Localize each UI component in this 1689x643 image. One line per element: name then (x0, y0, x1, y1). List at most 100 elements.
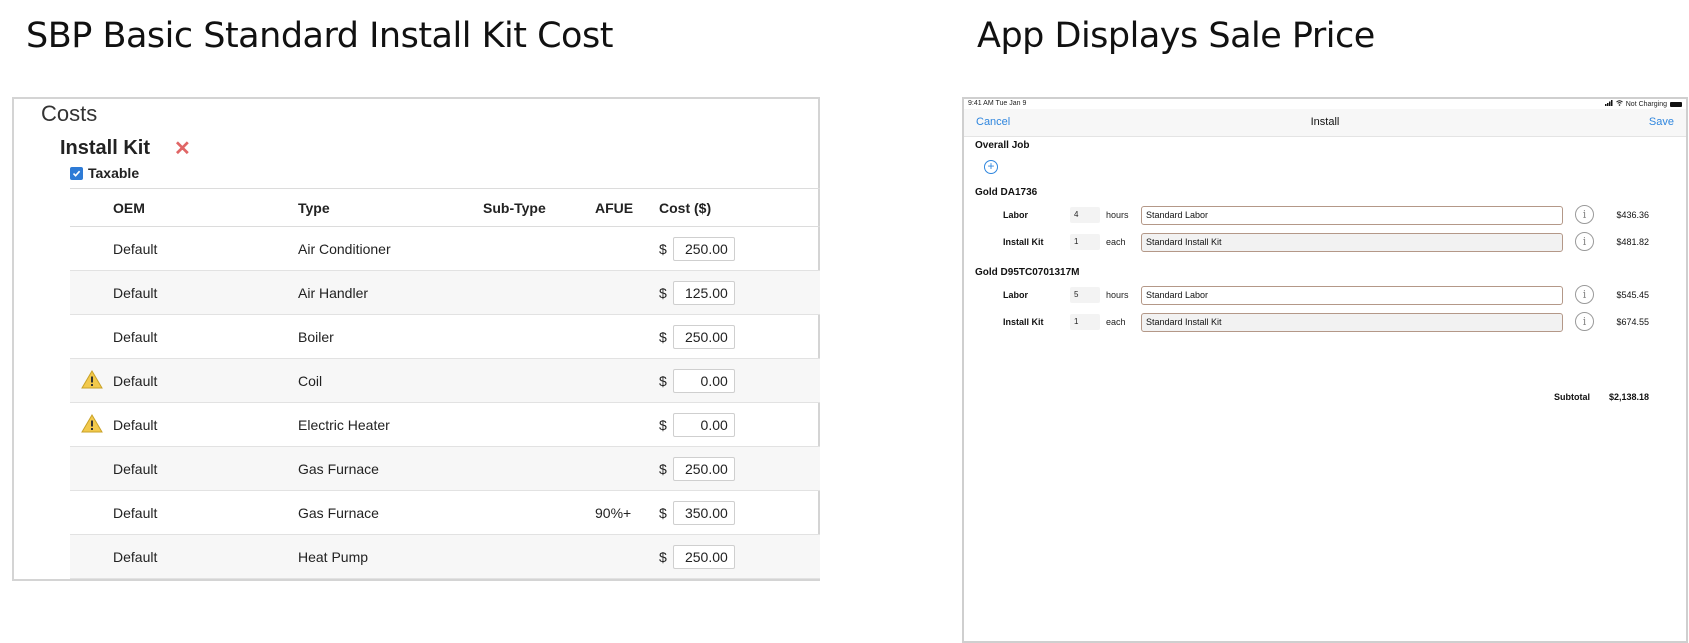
cost-input[interactable] (672, 412, 735, 437)
unit-label: each (1106, 317, 1126, 327)
line-item-label: Labor (1003, 210, 1029, 220)
cost-input[interactable] (672, 368, 735, 393)
quantity-field[interactable]: 1 (1070, 234, 1100, 250)
cost-cell: $ (659, 534, 820, 579)
cost-input[interactable] (672, 544, 735, 569)
subtype-cell (483, 270, 595, 315)
left-slide-title: SBP Basic Standard Install Kit Cost (26, 16, 613, 56)
type-cell: Air Handler (298, 270, 483, 315)
cost-cell: $ (659, 446, 820, 491)
overall-job-label: Overall Job (975, 140, 1030, 151)
group-title: Gold D95TC0701317M (975, 267, 1080, 278)
line-price: $674.55 (1616, 317, 1649, 327)
table-row: Default Air Handler $ (70, 270, 820, 315)
oem-cell: Default (113, 314, 298, 359)
currency-symbol: $ (659, 504, 667, 521)
warning-cell (70, 446, 113, 491)
warning-cell (70, 270, 113, 315)
save-button[interactable]: Save (1649, 116, 1674, 128)
description-field[interactable]: Standard Install Kit (1141, 233, 1563, 252)
column-header-afue: AFUE (595, 188, 659, 227)
info-icon[interactable]: i (1575, 312, 1594, 331)
info-icon[interactable]: i (1575, 285, 1594, 304)
status-time: 9:41 AM Tue Jan 9 (968, 100, 1027, 107)
subtype-cell (483, 314, 595, 359)
cost-cell: $ (659, 490, 820, 535)
table-row: Default Boiler $ (70, 314, 820, 359)
description-field[interactable]: Standard Labor (1141, 206, 1563, 225)
install-kit-title: Install Kit (60, 137, 151, 159)
oem-cell: Default (113, 534, 298, 579)
column-header-cost: Cost ($) (659, 188, 820, 227)
cost-input[interactable] (672, 280, 735, 305)
afue-cell (595, 358, 659, 403)
line-item: Install Kit 1 each Standard Install Kit … (964, 312, 1686, 332)
line-item: Install Kit 1 each Standard Install Kit … (964, 232, 1686, 252)
type-cell: Gas Furnace (298, 446, 483, 491)
description-field[interactable]: Standard Labor (1141, 286, 1563, 305)
nav-bar: Cancel Install Save (964, 109, 1686, 137)
cost-input[interactable] (672, 500, 735, 525)
type-cell: Gas Furnace (298, 490, 483, 535)
warning-cell (70, 226, 113, 271)
line-item-label: Install Kit (1003, 237, 1044, 247)
taxable-checkbox[interactable]: Taxable (70, 165, 139, 181)
subtype-cell (483, 446, 595, 491)
warning-cell (70, 402, 113, 447)
status-indicators: Not Charging (1604, 100, 1682, 108)
battery-icon (1670, 101, 1682, 107)
column-header-subtype: Sub-Type (483, 188, 595, 227)
currency-symbol: $ (659, 240, 667, 257)
quantity-field[interactable]: 4 (1070, 207, 1100, 223)
currency-symbol: $ (659, 284, 667, 301)
checkbox-checked-icon[interactable] (70, 166, 83, 180)
currency-symbol: $ (659, 460, 667, 477)
subtotal-value: $2,138.18 (1608, 392, 1649, 402)
column-header-type: Type (298, 188, 483, 227)
warning-cell (70, 490, 113, 535)
cost-cell: $ (659, 226, 820, 271)
subtype-cell (483, 490, 595, 535)
afue-cell: 90%+ (595, 490, 659, 535)
costs-panel: Costs Install Kit ✕ Taxable OEM Type Sub… (12, 97, 820, 581)
cost-input[interactable] (672, 456, 735, 481)
type-cell: Boiler (298, 314, 483, 359)
afue-cell (595, 402, 659, 447)
table-row: Default Coil $ (70, 358, 820, 403)
cost-input[interactable] (672, 236, 735, 261)
wifi-icon (1615, 100, 1623, 108)
cost-input[interactable] (672, 324, 735, 349)
type-cell: Electric Heater (298, 402, 483, 447)
quantity-field[interactable]: 5 (1070, 287, 1100, 303)
warning-icon (80, 370, 103, 392)
costs-heading: Costs (41, 101, 98, 126)
group-title: Gold DA1736 (975, 187, 1038, 198)
currency-symbol: $ (659, 328, 667, 345)
line-price: $545.45 (1616, 290, 1649, 300)
currency-symbol: $ (659, 416, 667, 433)
oem-cell: Default (113, 226, 298, 271)
oem-cell: Default (113, 402, 298, 447)
oem-cell: Default (113, 270, 298, 315)
cost-table: OEM Type Sub-Type AFUE Cost ($) Default A… (70, 188, 820, 579)
table-row: Default Gas Furnace 90%+ $ (70, 490, 820, 535)
oem-cell: Default (113, 358, 298, 403)
cost-cell: $ (659, 358, 820, 403)
description-field[interactable]: Standard Install Kit (1141, 313, 1563, 332)
info-icon[interactable]: i (1575, 205, 1594, 224)
warning-cell (70, 314, 113, 359)
ipad-screen: 9:41 AM Tue Jan 9 Not Charging Cancel In… (962, 97, 1688, 643)
info-icon[interactable]: i (1575, 232, 1594, 251)
signal-icon (1604, 100, 1613, 108)
taxable-label: Taxable (88, 165, 140, 181)
cost-cell: $ (659, 402, 820, 447)
remove-icon[interactable]: ✕ (174, 139, 191, 159)
oem-cell: Default (113, 446, 298, 491)
line-item-label: Labor (1003, 290, 1029, 300)
table-header-row: OEM Type Sub-Type AFUE Cost ($) (70, 188, 820, 227)
unit-label: each (1106, 237, 1126, 247)
subtype-cell (483, 534, 595, 579)
type-cell: Coil (298, 358, 483, 403)
quantity-field[interactable]: 1 (1070, 314, 1100, 330)
add-circle-icon[interactable]: + (984, 160, 998, 174)
